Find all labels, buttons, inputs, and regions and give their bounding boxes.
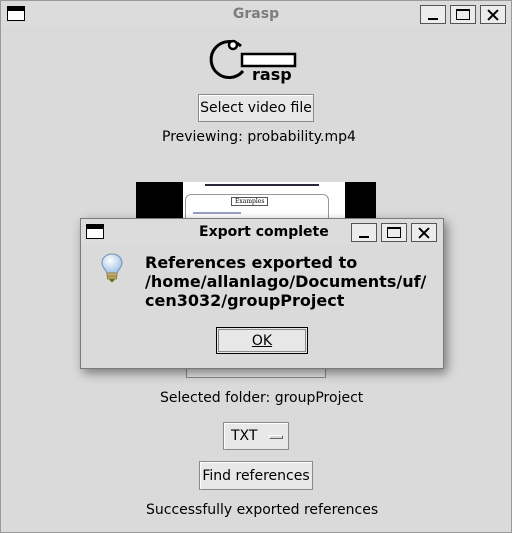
previewing-label: Previewing: probability.mp4: [162, 129, 356, 145]
format-select-value: TXT: [231, 428, 258, 444]
dialog-window-menu-icon[interactable]: [86, 224, 104, 239]
select-video-button[interactable]: Select video file: [198, 94, 314, 122]
dialog-title-bar[interactable]: Export complete: [81, 219, 443, 245]
dialog-message-line: References exported to: [145, 253, 358, 272]
dialog-title: Export complete: [199, 224, 329, 240]
dialog-maximize-button[interactable]: [381, 223, 407, 242]
maximize-icon: [387, 227, 401, 238]
lightbulb-icon: [101, 253, 123, 282]
preview-frame: Examples: [183, 182, 345, 220]
ok-button-label: OK: [251, 332, 273, 349]
option-menu-indicator-icon: [269, 435, 283, 439]
maximize-icon: [456, 9, 470, 20]
close-icon: [418, 227, 430, 239]
selected-folder-label: Selected folder: groupProject: [160, 390, 364, 406]
preview-tag: Examples: [231, 197, 269, 206]
dialog-close-button[interactable]: [411, 223, 437, 242]
minimize-button[interactable]: [420, 5, 446, 24]
minimize-icon: [359, 235, 369, 238]
format-select[interactable]: TXT: [223, 422, 289, 450]
minimize-icon: [428, 17, 438, 20]
ok-button[interactable]: OK: [216, 327, 308, 354]
grasp-logo: rasp: [209, 39, 297, 84]
dialog-minimize-button[interactable]: [351, 223, 377, 242]
logo-text: rasp: [252, 65, 292, 84]
close-icon: [487, 9, 499, 21]
status-label: Successfully exported references: [146, 502, 379, 518]
find-references-button[interactable]: Find references: [199, 461, 313, 490]
dialog-message: References exported to /home/allanlago/D…: [145, 253, 426, 310]
close-button[interactable]: [480, 5, 506, 24]
video-preview: Examples: [136, 182, 376, 220]
dialog-message-line: /home/allanlago/Documents/uf/: [145, 272, 427, 291]
title-bar[interactable]: Grasp: [1, 1, 511, 27]
maximize-button[interactable]: [450, 5, 476, 24]
dialog-message-line: cen3032/groupProject: [145, 291, 345, 310]
